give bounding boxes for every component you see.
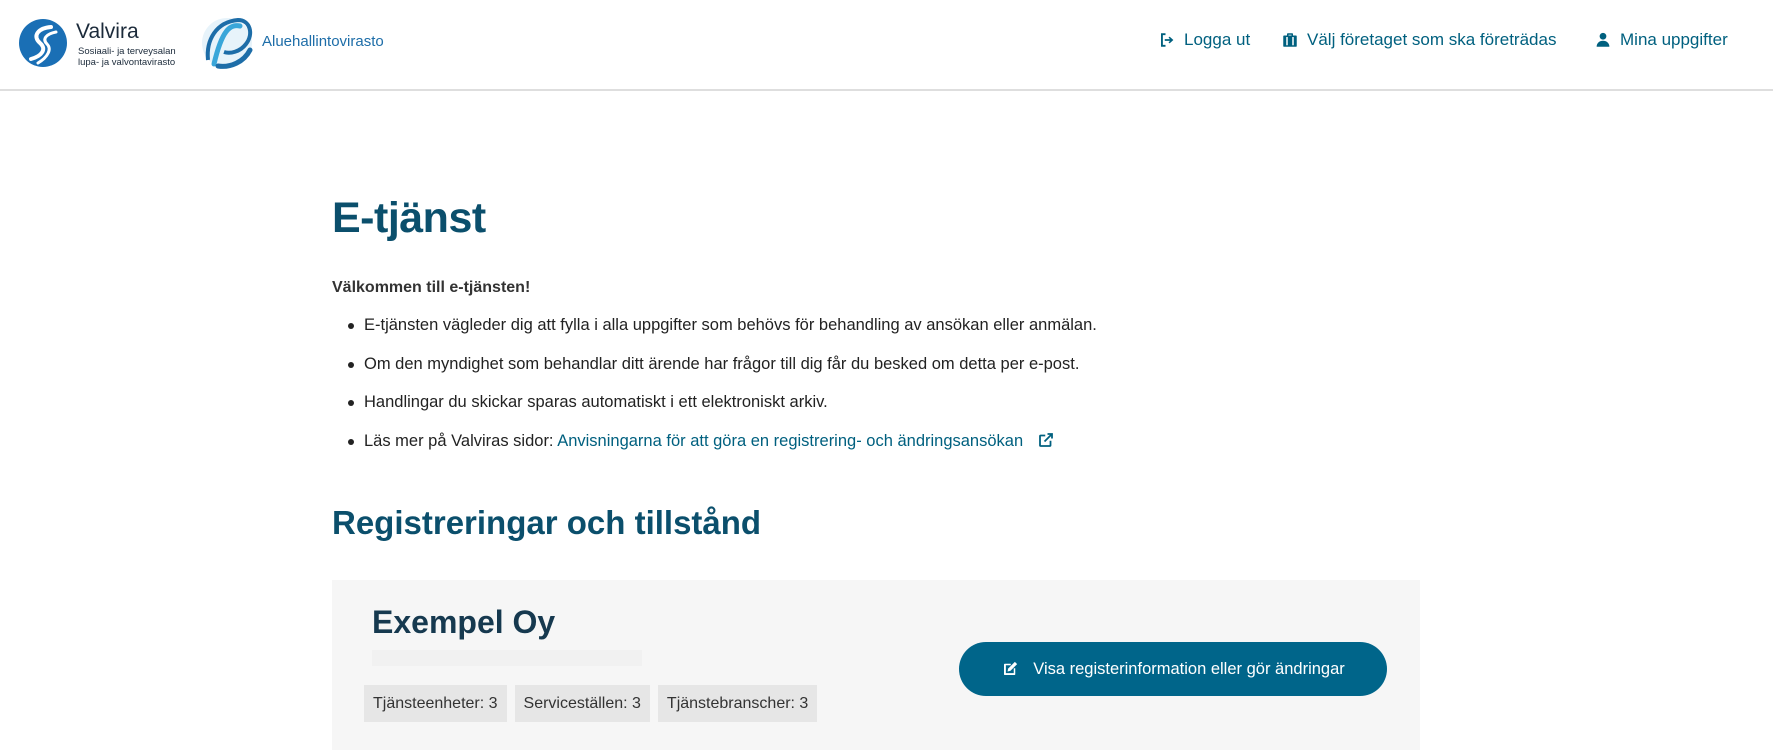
faint-placeholder [372,650,642,666]
logout-icon [1161,33,1174,47]
edit-icon [1004,661,1018,675]
user-icon [1596,32,1610,47]
choose-company-label: Välj företaget som ska företrädas [1307,30,1557,49]
chip-service-units: Tjänsteenheter: 3 [364,685,507,722]
summary-chips: Tjänsteenheter: 3 Serviceställen: 3 Tjän… [364,685,818,722]
valvira-subtitle-line2: lupa- ja valvontavirasto [78,57,176,68]
section-title: Registreringar och tillstånd [332,504,762,541]
list-item-read-more: Läs mer på Valviras sidor: Anvisningarna… [332,431,1097,470]
list-item: Om den myndighet som behandlar ditt ären… [332,354,1097,393]
valvira-subtitle-line1: Sosiaali- ja terveysalan [78,46,176,57]
avi-logo-icon [202,17,253,69]
avi-logo-name: Aluehallintovirasto [262,33,384,50]
my-details-link[interactable]: Mina uppgifter [1594,30,1728,50]
instructions-link-label: Anvisningarna för att göra en registreri… [557,431,1024,450]
choose-company-link[interactable]: Välj företaget som ska företrädas [1281,30,1556,50]
my-details-label: Mina uppgifter [1620,30,1728,49]
site-header: Valvira Sosiaali- ja terveysalan lupa- j… [0,0,1773,91]
avi-logo[interactable]: Aluehallintovirasto [200,16,420,70]
info-list: E-tjänsten vägleder dig att fylla i alla… [332,315,1097,469]
external-link-icon [1039,432,1054,447]
view-register-button[interactable]: Visa registerinformation eller gör ändri… [959,642,1387,696]
list-item: Handlingar du skickar sparas automatiskt… [332,392,1097,431]
view-register-label: Visa registerinformation eller gör ändri… [1033,659,1345,678]
read-more-prefix: Läs mer på Valviras sidor: [364,431,558,450]
briefcase-icon [1283,33,1297,47]
valvira-logo[interactable]: Valvira Sosiaali- ja terveysalan lupa- j… [18,16,178,68]
company-card: Exempel Oy Tjänsteenheter: 3 Servicestäl… [332,580,1420,750]
welcome-text: Välkommen till e-tjänsten! [332,279,531,296]
logout-link[interactable]: Logga ut [1158,30,1250,50]
valvira-logo-name: Valvira [76,20,139,43]
chip-service-sectors: Tjänstebranscher: 3 [657,685,818,722]
valvira-logo-icon [19,19,67,67]
list-item: E-tjänsten vägleder dig att fylla i alla… [332,315,1097,354]
logout-label: Logga ut [1184,30,1251,49]
instructions-link[interactable]: Anvisningarna för att göra en registreri… [557,432,1055,450]
chip-service-locations: Serviceställen: 3 [514,685,650,722]
valvira-logo-subtitle: Sosiaali- ja terveysalan lupa- ja valvon… [78,46,188,68]
page-title: E-tjänst [332,194,486,242]
company-name: Exempel Oy [372,604,556,640]
